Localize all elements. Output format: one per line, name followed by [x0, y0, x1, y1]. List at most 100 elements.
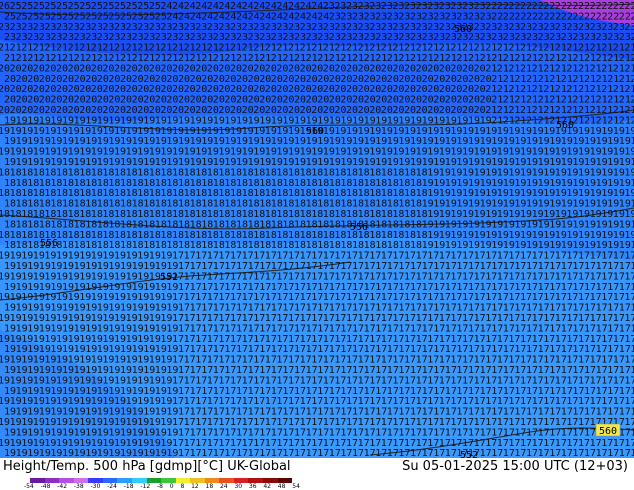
svg-text:19: 19	[114, 126, 126, 137]
svg-text:22: 22	[503, 11, 515, 22]
svg-text:17: 17	[433, 365, 445, 376]
svg-text:20: 20	[369, 84, 381, 95]
svg-text:19: 19	[85, 427, 97, 438]
svg-text:17: 17	[456, 344, 468, 355]
svg-text:19: 19	[74, 448, 86, 458]
svg-text:19: 19	[50, 157, 62, 168]
svg-text:20: 20	[132, 95, 144, 106]
svg-text:23: 23	[543, 22, 555, 33]
svg-text:19: 19	[56, 292, 68, 303]
svg-text:17: 17	[172, 375, 184, 386]
svg-text:17: 17	[218, 396, 230, 407]
svg-text:19: 19	[27, 365, 39, 376]
svg-text:18: 18	[21, 209, 33, 220]
svg-text:23: 23	[584, 32, 596, 43]
svg-text:20: 20	[0, 63, 10, 74]
svg-text:18: 18	[126, 230, 138, 241]
svg-text:17: 17	[445, 365, 457, 376]
svg-text:19: 19	[352, 136, 364, 147]
svg-text:18: 18	[160, 230, 172, 241]
svg-text:19: 19	[114, 375, 126, 386]
svg-text:17: 17	[404, 292, 416, 303]
svg-text:17: 17	[282, 407, 294, 418]
svg-text:19: 19	[253, 126, 265, 137]
svg-text:19: 19	[137, 375, 149, 386]
svg-text:19: 19	[514, 219, 526, 230]
svg-text:17: 17	[398, 427, 410, 438]
svg-text:19: 19	[456, 178, 468, 189]
svg-text:18: 18	[224, 240, 236, 251]
svg-text:18: 18	[85, 199, 97, 210]
svg-text:17: 17	[450, 375, 462, 386]
svg-text:21: 21	[619, 95, 631, 106]
svg-text:17: 17	[584, 261, 596, 272]
svg-text:17: 17	[311, 271, 323, 282]
svg-text:19: 19	[68, 334, 80, 345]
svg-text:17: 17	[248, 386, 260, 397]
svg-text:18: 18	[311, 188, 323, 199]
temperature-map[interactable]: 26 25 25 25 25 25 25 25 25 25 25 25 25 25 24 24 24 24 24 24…	[0, 0, 634, 458]
svg-text:18: 18	[50, 178, 62, 189]
svg-text:21: 21	[607, 115, 619, 126]
svg-text:19: 19	[248, 115, 260, 126]
svg-text:19: 19	[178, 136, 190, 147]
svg-text:17: 17	[508, 313, 520, 324]
svg-text:17: 17	[381, 271, 393, 282]
svg-text:19: 19	[456, 115, 468, 126]
svg-text:17: 17	[433, 386, 445, 397]
svg-text:19: 19	[456, 199, 468, 210]
svg-text:18: 18	[190, 219, 202, 230]
svg-text:17: 17	[416, 355, 428, 366]
svg-text:17: 17	[584, 365, 596, 376]
svg-text:17: 17	[491, 282, 503, 293]
svg-text:17: 17	[422, 261, 434, 272]
svg-text:19: 19	[572, 157, 584, 168]
svg-text:17: 17	[334, 313, 346, 324]
svg-text:23: 23	[456, 11, 468, 22]
svg-text:17: 17	[590, 396, 602, 407]
svg-text:17: 17	[190, 303, 202, 314]
svg-text:21: 21	[526, 95, 538, 106]
svg-text:17: 17	[543, 355, 555, 366]
svg-text:23: 23	[474, 22, 486, 33]
svg-text:17: 17	[195, 292, 207, 303]
svg-text:19: 19	[450, 188, 462, 199]
svg-text:19: 19	[323, 147, 335, 158]
svg-text:19: 19	[44, 126, 56, 137]
svg-text:23: 23	[0, 22, 10, 33]
svg-text:19: 19	[566, 147, 578, 158]
svg-text:17: 17	[439, 334, 451, 345]
svg-text:21: 21	[619, 74, 631, 85]
svg-text:21: 21	[619, 115, 631, 126]
svg-text:18: 18	[10, 188, 22, 199]
svg-text:17: 17	[201, 407, 213, 418]
svg-text:19: 19	[149, 396, 161, 407]
svg-text:17: 17	[566, 375, 578, 386]
svg-text:21: 21	[543, 105, 555, 116]
svg-text:17: 17	[201, 365, 213, 376]
svg-text:23: 23	[114, 22, 126, 33]
svg-text:19: 19	[102, 292, 114, 303]
svg-text:19: 19	[340, 115, 352, 126]
svg-text:18: 18	[224, 219, 236, 230]
svg-text:21: 21	[56, 43, 68, 54]
svg-text:18: 18	[213, 199, 225, 210]
svg-text:18: 18	[102, 230, 114, 241]
svg-text:17: 17	[340, 261, 352, 272]
svg-text:19: 19	[97, 115, 109, 126]
svg-text:17: 17	[508, 438, 520, 449]
svg-text:19: 19	[166, 115, 178, 126]
svg-text:19: 19	[102, 417, 114, 428]
svg-text:18: 18	[0, 167, 10, 178]
svg-text:560: 560	[306, 126, 324, 137]
svg-text:17: 17	[190, 407, 202, 418]
svg-text:17: 17	[503, 365, 515, 376]
svg-text:19: 19	[433, 136, 445, 147]
svg-text:20: 20	[450, 84, 462, 95]
svg-text:20: 20	[74, 95, 86, 106]
svg-text:19: 19	[358, 126, 370, 137]
svg-text:20: 20	[224, 74, 236, 85]
svg-text:19: 19	[132, 344, 144, 355]
svg-text:18: 18	[178, 199, 190, 210]
svg-text:19: 19	[555, 188, 567, 199]
